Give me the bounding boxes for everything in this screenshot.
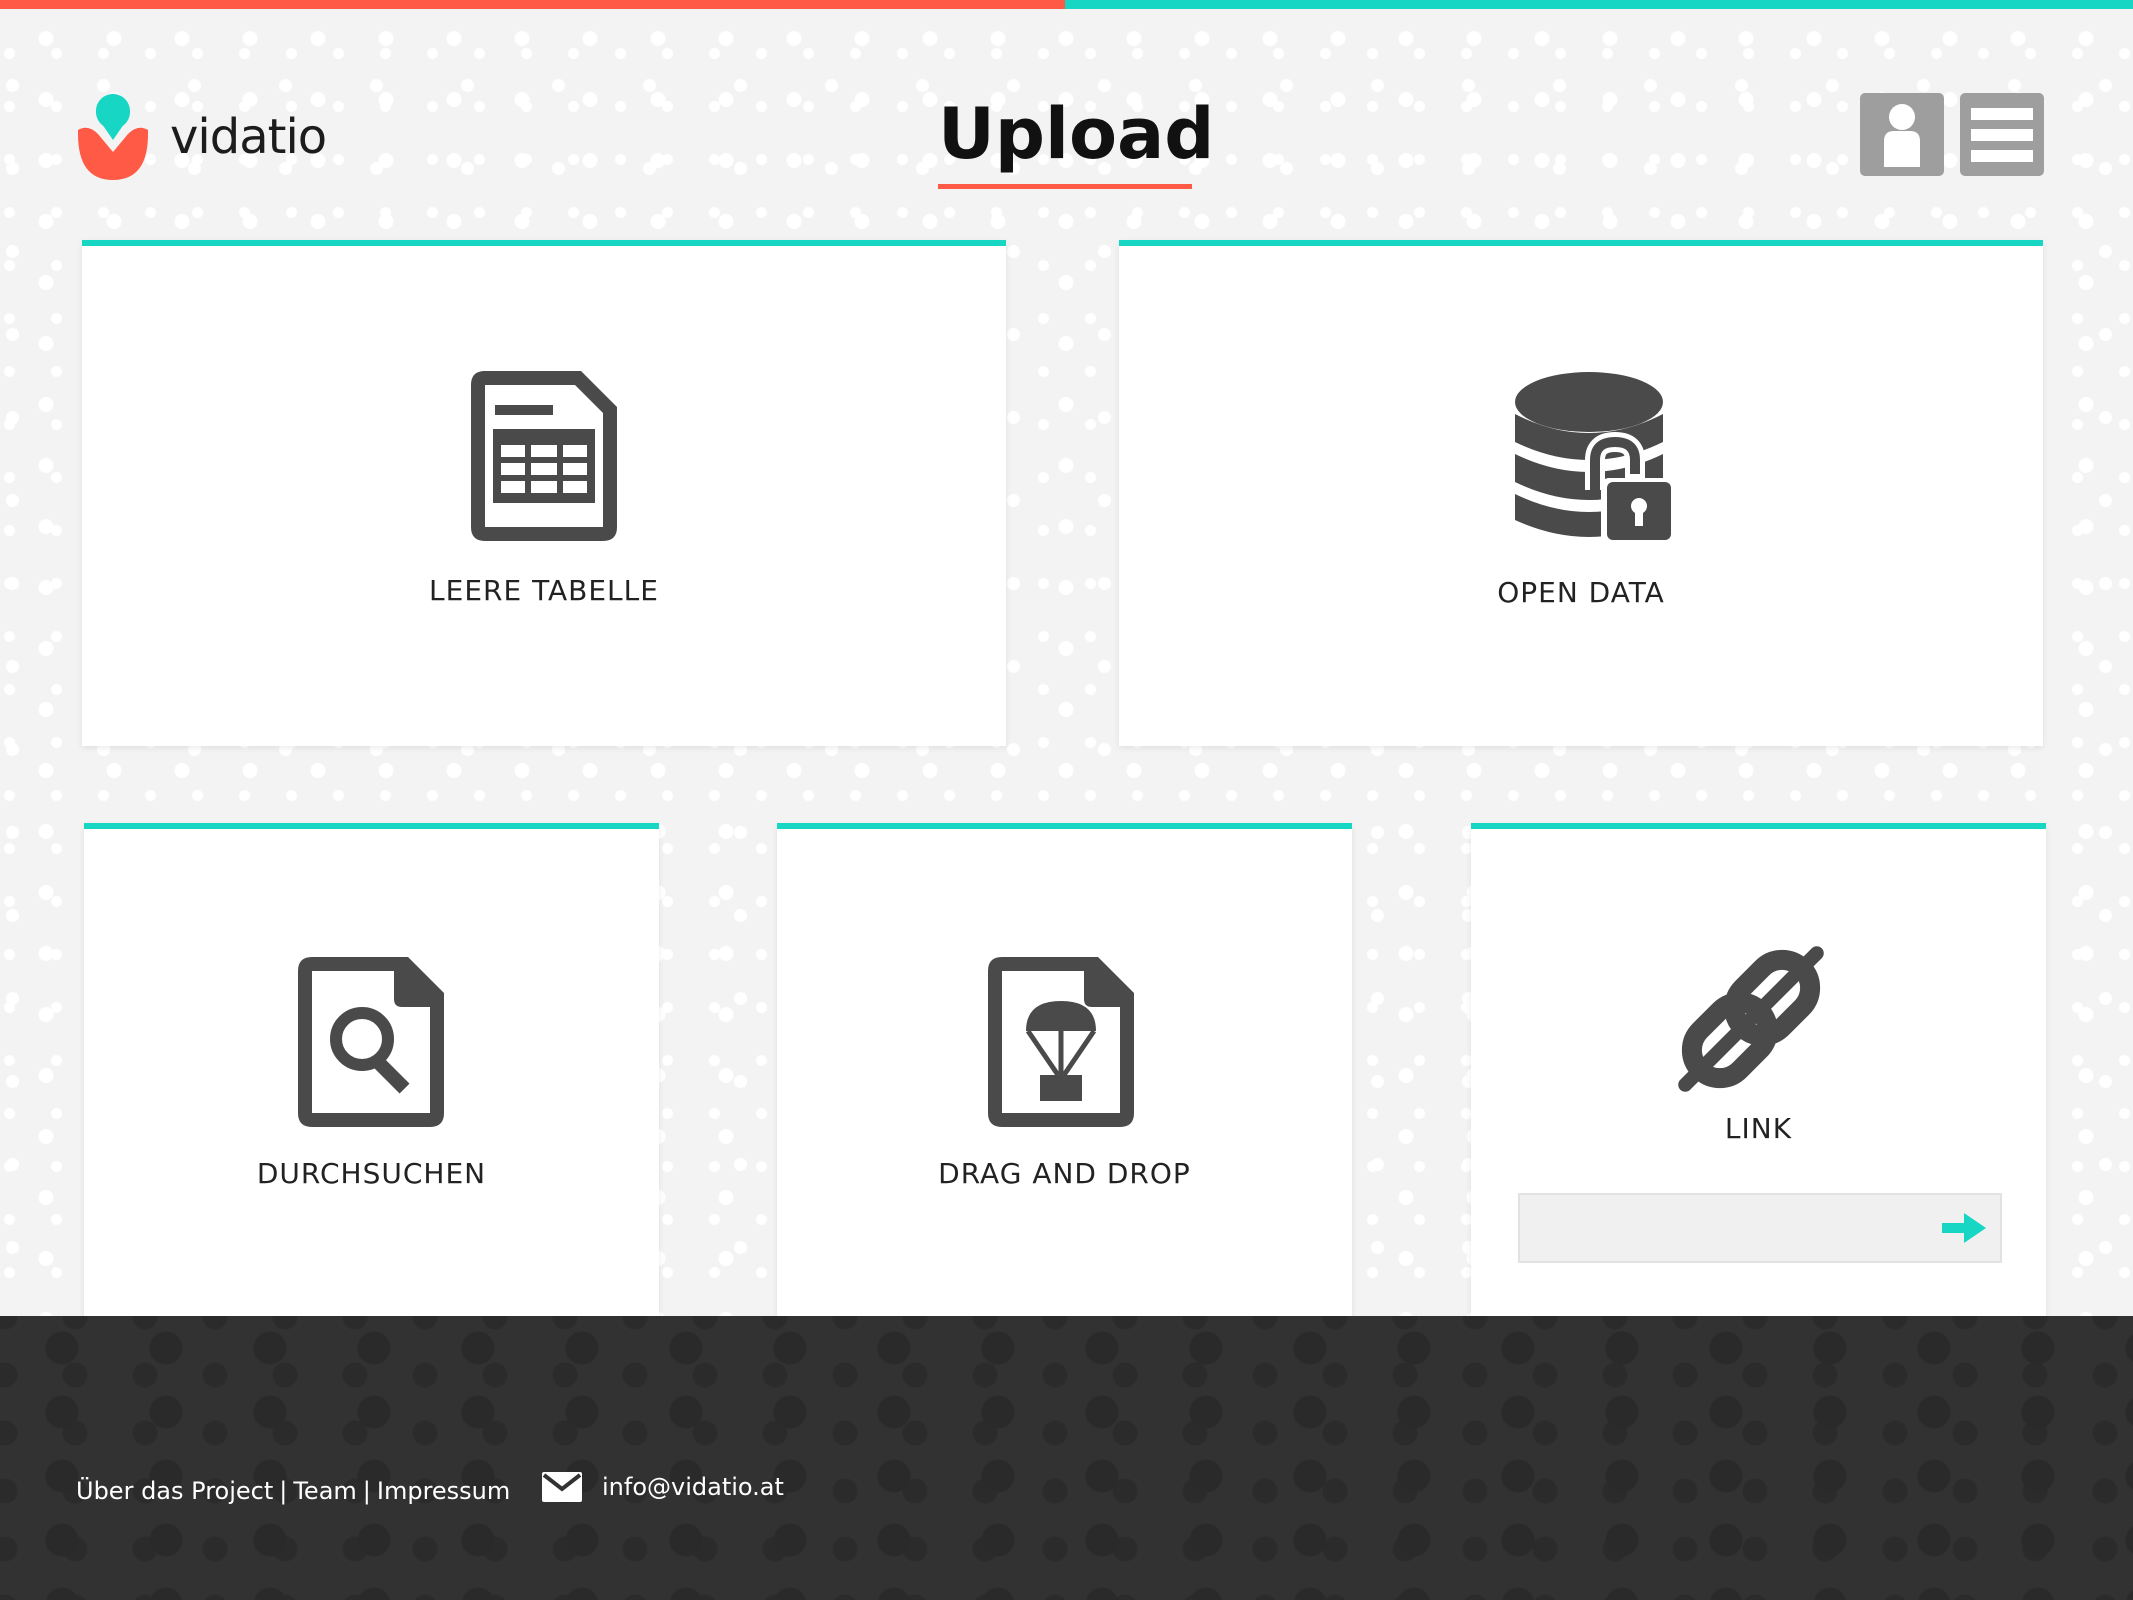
link-url-input[interactable] <box>1520 1195 1940 1261</box>
file-parachute-icon <box>988 957 1134 1127</box>
card-open-data[interactable]: OPEN DATA <box>1119 240 2043 746</box>
footer-contact: info@vidatio.at <box>542 1472 784 1502</box>
card-label-link: LINK <box>1724 1112 1793 1145</box>
card-label-browse: DURCHSUCHEN <box>256 1157 487 1190</box>
footer-link-team[interactable]: Team <box>293 1477 356 1505</box>
footer-email-link[interactable]: info@vidatio.at <box>602 1473 784 1501</box>
card-browse[interactable]: DURCHSUCHEN <box>84 823 659 1328</box>
hamburger-menu-icon <box>1971 107 2033 162</box>
spreadsheet-file-icon <box>471 371 617 541</box>
brand-logo[interactable]: vidatio <box>78 94 327 180</box>
footer-link-about[interactable]: Über das Project <box>76 1477 273 1505</box>
file-search-icon <box>298 957 444 1127</box>
menu-button[interactable] <box>1960 93 2044 176</box>
envelope-icon <box>542 1472 582 1502</box>
footer-links: Über das Project | Team | Impressum <box>76 1477 510 1505</box>
footer: Über das Project | Team | Impressum info@vid… <box>0 1316 2133 1600</box>
database-unlocked-icon <box>1515 372 1675 544</box>
user-button[interactable] <box>1860 93 1944 176</box>
card-label-drag-drop: DRAG AND DROP <box>938 1157 1191 1190</box>
card-empty-table[interactable]: LEERE TABELLE <box>82 240 1006 746</box>
card-drag-drop[interactable]: DRAG AND DROP <box>777 823 1352 1328</box>
footer-link-imprint[interactable]: Impressum <box>377 1477 510 1505</box>
arrow-right-icon[interactable] <box>1942 1213 1986 1243</box>
footer-separator: | <box>362 1477 371 1505</box>
card-label-empty-table: LEERE TABELLE <box>429 574 659 607</box>
footer-separator: | <box>279 1477 288 1505</box>
top-bar-red-segment <box>0 0 1065 9</box>
page-title: Upload <box>938 90 1214 189</box>
link-url-field[interactable] <box>1518 1193 2002 1263</box>
chain-link-icon <box>1678 946 1824 1092</box>
top-bar-teal-segment <box>1065 0 2133 9</box>
top-color-bar <box>0 0 2133 9</box>
vidatio-logo-icon <box>78 94 148 180</box>
user-icon <box>1884 103 1920 167</box>
card-label-open-data: OPEN DATA <box>1497 576 1665 609</box>
brand-name: vidatio <box>170 109 327 165</box>
